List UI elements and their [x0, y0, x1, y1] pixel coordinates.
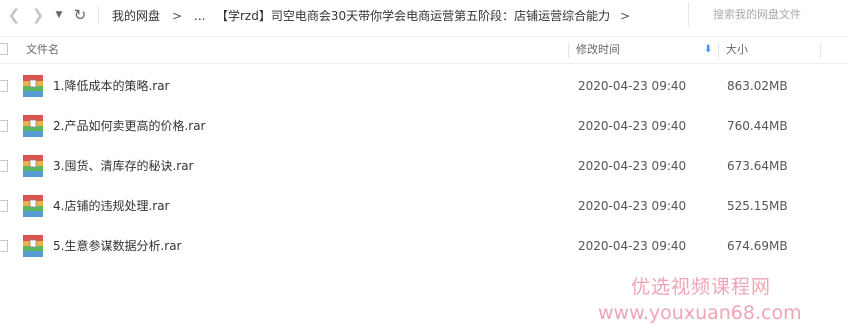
- nav-divider: [98, 6, 99, 24]
- file-row[interactable]: 1.降低成本的策略.rar 2020-04-23 09:40 863.02MB: [0, 66, 847, 106]
- row-checkbox[interactable]: [0, 80, 8, 92]
- breadcrumb-ellipsis[interactable]: ...: [194, 7, 205, 25]
- chevron-left-icon[interactable]: ❮: [4, 4, 24, 26]
- file-size: 674.69MB: [727, 239, 788, 253]
- watermark-url: www.youxuan68.com: [598, 302, 802, 324]
- column-header-size[interactable]: 大小: [726, 37, 821, 63]
- file-name[interactable]: 2.产品如何卖更高的价格.rar: [53, 106, 206, 146]
- rar-archive-icon: [23, 235, 43, 257]
- column-header-name[interactable]: 文件名: [26, 37, 566, 63]
- file-name[interactable]: 1.降低成本的策略.rar: [53, 66, 170, 106]
- file-row[interactable]: 3.囤货、清库存的秘诀.rar 2020-04-23 09:40 673.64M…: [0, 146, 847, 186]
- file-row[interactable]: 2.产品如何卖更高的价格.rar 2020-04-23 09:40 760.44…: [0, 106, 847, 146]
- search-box: [688, 2, 839, 26]
- refresh-icon[interactable]: ↻: [70, 4, 90, 26]
- file-row[interactable]: 5.生意参谋数据分析.rar 2020-04-23 09:40 674.69MB: [0, 226, 847, 266]
- file-modified-time: 2020-04-23 09:40: [578, 119, 687, 133]
- file-name[interactable]: 3.囤货、清库存的秘诀.rar: [53, 146, 194, 186]
- navigation-bar: ❮ ❯ ▼ ↻ 我的网盘 > ... 【学rzd】司空电商会30天带你学会电商运…: [0, 0, 847, 32]
- file-modified-time: 2020-04-23 09:40: [578, 199, 687, 213]
- file-modified-time: 2020-04-23 09:40: [578, 159, 687, 173]
- select-all-checkbox[interactable]: [0, 43, 8, 55]
- column-header-modified[interactable]: 修改时间: [576, 37, 716, 63]
- file-row[interactable]: 4.店铺的违规处理.rar 2020-04-23 09:40 525.15MB: [0, 186, 847, 226]
- rar-archive-icon: [23, 75, 43, 97]
- breadcrumb-home[interactable]: 我的网盘: [112, 7, 160, 25]
- row-checkbox[interactable]: [0, 240, 8, 252]
- file-size: 863.02MB: [727, 79, 788, 93]
- file-size: 673.64MB: [727, 159, 788, 173]
- column-divider: [718, 43, 719, 58]
- file-name[interactable]: 5.生意参谋数据分析.rar: [53, 226, 182, 266]
- file-size: 525.15MB: [727, 199, 788, 213]
- breadcrumb-current-folder[interactable]: 【学rzd】司空电商会30天带你学会电商运营第五阶段：店铺运营综合能力: [216, 7, 610, 25]
- row-checkbox[interactable]: [0, 160, 8, 172]
- breadcrumb-separator: >: [620, 9, 631, 23]
- chevron-right-icon[interactable]: ❯: [28, 4, 48, 26]
- column-divider: [568, 43, 569, 58]
- rar-archive-icon: [23, 195, 43, 217]
- file-modified-time: 2020-04-23 09:40: [578, 239, 687, 253]
- column-divider: [820, 43, 821, 58]
- file-name[interactable]: 4.店铺的违规处理.rar: [53, 186, 170, 226]
- column-header: 文件名 修改时间 ⬇ 大小: [0, 36, 847, 64]
- file-modified-time: 2020-04-23 09:40: [578, 79, 687, 93]
- rar-archive-icon: [23, 155, 43, 177]
- row-checkbox[interactable]: [0, 120, 8, 132]
- caret-down-icon[interactable]: ▼: [52, 4, 66, 26]
- row-checkbox[interactable]: [0, 200, 8, 212]
- breadcrumb-separator: >: [172, 9, 183, 23]
- rar-archive-icon: [23, 115, 43, 137]
- watermark-title: 优选视频课程网: [631, 276, 772, 298]
- sort-down-arrow-icon[interactable]: ⬇: [704, 37, 712, 63]
- search-input[interactable]: [713, 4, 833, 24]
- file-size: 760.44MB: [727, 119, 788, 133]
